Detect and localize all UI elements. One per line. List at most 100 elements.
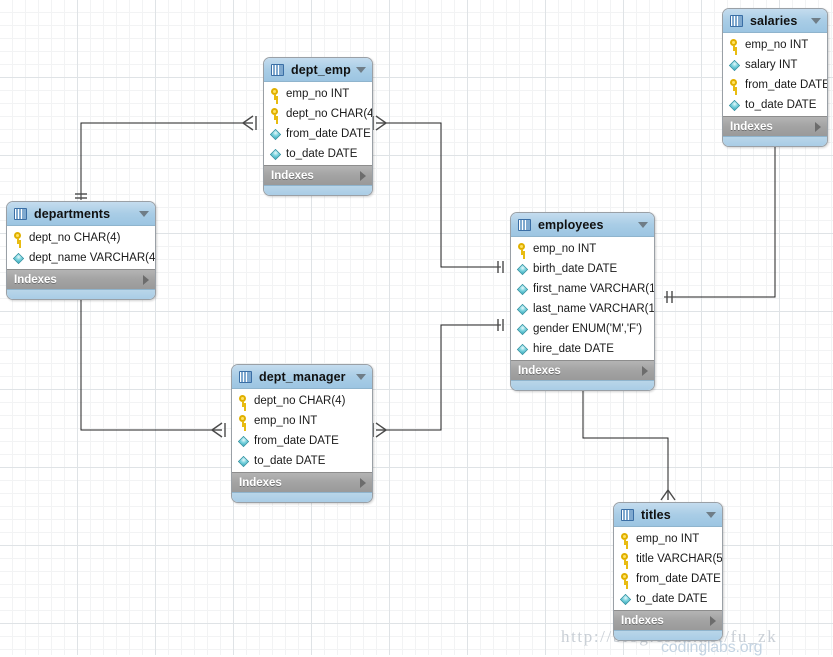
cardinality-many-dept_manager-right bbox=[373, 423, 386, 437]
chevron-right-icon[interactable] bbox=[360, 171, 366, 181]
table-header-titles[interactable]: titles bbox=[614, 503, 722, 527]
indexes-label: Indexes bbox=[518, 365, 561, 377]
column-label: dept_no CHAR(4) bbox=[29, 232, 120, 244]
chevron-down-icon[interactable] bbox=[811, 18, 821, 24]
column-icon bbox=[238, 455, 249, 466]
column-row[interactable]: hire_date DATE bbox=[511, 339, 654, 359]
chevron-right-icon[interactable] bbox=[360, 478, 366, 488]
chevron-right-icon[interactable] bbox=[143, 275, 149, 285]
column-label: title VARCHAR(50) bbox=[636, 553, 723, 565]
table-departments[interactable]: departments dept_no CHAR(4) dept_name VA… bbox=[6, 201, 156, 300]
column-icon bbox=[517, 263, 528, 274]
chevron-down-icon[interactable] bbox=[706, 512, 716, 518]
chevron-down-icon[interactable] bbox=[356, 67, 366, 73]
column-icon bbox=[620, 593, 631, 604]
column-label: to_date DATE bbox=[286, 148, 357, 160]
relationship-departments-dept_emp bbox=[81, 123, 251, 200]
key-icon bbox=[620, 533, 631, 545]
table-header-dept_emp[interactable]: dept_emp bbox=[264, 58, 372, 82]
column-row[interactable]: from_date DATE bbox=[264, 124, 372, 144]
column-icon bbox=[270, 128, 281, 139]
indexes-bar[interactable]: Indexes bbox=[264, 165, 372, 185]
column-row[interactable]: gender ENUM('M','F') bbox=[511, 319, 654, 339]
column-label: emp_no INT bbox=[636, 533, 699, 545]
column-label: to_date DATE bbox=[745, 99, 816, 111]
column-row[interactable]: to_date DATE bbox=[264, 144, 372, 164]
table-dept_emp[interactable]: dept_emp emp_no INT dept_no CHAR(4) from… bbox=[263, 57, 373, 196]
indexes-label: Indexes bbox=[14, 274, 57, 286]
column-row[interactable]: salary INT bbox=[723, 55, 827, 75]
indexes-bar[interactable]: Indexes bbox=[723, 116, 827, 136]
column-label: emp_no INT bbox=[745, 39, 808, 51]
indexes-bar[interactable]: Indexes bbox=[7, 269, 155, 289]
table-title: salaries bbox=[750, 14, 797, 28]
indexes-bar[interactable]: Indexes bbox=[614, 610, 722, 630]
chevron-down-icon[interactable] bbox=[638, 222, 648, 228]
table-salaries[interactable]: salaries emp_no INT salary INT from_date… bbox=[722, 8, 828, 147]
cardinality-many-dept_emp-right bbox=[373, 116, 386, 130]
column-label: from_date DATE bbox=[286, 128, 371, 140]
table-dept_manager[interactable]: dept_manager dept_no CHAR(4) emp_no INT … bbox=[231, 364, 373, 503]
chevron-right-icon[interactable] bbox=[642, 366, 648, 376]
column-row[interactable]: title VARCHAR(50) bbox=[614, 549, 722, 569]
indexes-bar[interactable]: Indexes bbox=[232, 472, 372, 492]
chevron-down-icon[interactable] bbox=[139, 211, 149, 217]
table-titles[interactable]: titles emp_no INT title VARCHAR(50) from… bbox=[613, 502, 723, 641]
column-row[interactable]: from_date DATE bbox=[232, 431, 372, 451]
key-icon bbox=[620, 553, 631, 565]
column-label: to_date DATE bbox=[636, 593, 707, 605]
table-header-employees[interactable]: employees bbox=[511, 213, 654, 237]
table-footer bbox=[264, 185, 372, 195]
column-icon bbox=[13, 252, 24, 263]
column-label: birth_date DATE bbox=[533, 263, 617, 275]
column-row[interactable]: first_name VARCHAR(14) bbox=[511, 279, 654, 299]
column-label: hire_date DATE bbox=[533, 343, 614, 355]
er-diagram-canvas[interactable]: salaries emp_no INT salary INT from_date… bbox=[0, 0, 833, 655]
column-row[interactable]: emp_no INT bbox=[232, 411, 372, 431]
column-list-departments: dept_no CHAR(4) dept_name VARCHAR(40) bbox=[7, 226, 155, 269]
column-row[interactable]: last_name VARCHAR(16) bbox=[511, 299, 654, 319]
column-row[interactable]: emp_no INT bbox=[264, 84, 372, 104]
column-row[interactable]: dept_no CHAR(4) bbox=[7, 228, 155, 248]
indexes-label: Indexes bbox=[730, 121, 773, 133]
chevron-down-icon[interactable] bbox=[356, 374, 366, 380]
column-icon bbox=[238, 435, 249, 446]
column-row[interactable]: emp_no INT bbox=[614, 529, 722, 549]
table-header-departments[interactable]: departments bbox=[7, 202, 155, 226]
relationship-dept_emp-employees bbox=[385, 123, 501, 267]
indexes-bar[interactable]: Indexes bbox=[511, 360, 654, 380]
column-row[interactable]: dept_name VARCHAR(40) bbox=[7, 248, 155, 268]
table-employees[interactable]: employees emp_no INT birth_date DATE fir… bbox=[510, 212, 655, 391]
column-row[interactable]: emp_no INT bbox=[511, 239, 654, 259]
column-row[interactable]: from_date DATE bbox=[614, 569, 722, 589]
column-row[interactable]: emp_no INT bbox=[723, 35, 827, 55]
column-label: from_date DATE bbox=[254, 435, 339, 447]
column-label: gender ENUM('M','F') bbox=[533, 323, 642, 335]
table-header-salaries[interactable]: salaries bbox=[723, 9, 827, 33]
key-icon bbox=[270, 108, 281, 120]
relationship-dept_manager-employees bbox=[385, 325, 501, 430]
column-icon bbox=[729, 59, 740, 70]
cardinality-many-dept_manager-left bbox=[212, 423, 225, 437]
column-row[interactable]: from_date DATE bbox=[723, 75, 827, 95]
chevron-right-icon[interactable] bbox=[710, 616, 716, 626]
column-row[interactable]: dept_no CHAR(4) bbox=[232, 391, 372, 411]
relationship-departments-dept_manager bbox=[81, 291, 220, 430]
table-header-dept_manager[interactable]: dept_manager bbox=[232, 365, 372, 389]
chevron-right-icon[interactable] bbox=[815, 122, 821, 132]
column-row[interactable]: to_date DATE bbox=[614, 589, 722, 609]
cardinality-many-dept_emp-left bbox=[243, 116, 256, 130]
table-icon bbox=[271, 64, 284, 76]
column-row[interactable]: birth_date DATE bbox=[511, 259, 654, 279]
column-icon bbox=[517, 303, 528, 314]
column-label: from_date DATE bbox=[745, 79, 828, 91]
cardinality-one-departments-top bbox=[75, 194, 87, 198]
key-icon bbox=[729, 79, 740, 91]
column-row[interactable]: dept_no CHAR(4) bbox=[264, 104, 372, 124]
table-title: departments bbox=[34, 207, 110, 221]
column-row[interactable]: to_date DATE bbox=[723, 95, 827, 115]
column-icon bbox=[729, 99, 740, 110]
column-label: from_date DATE bbox=[636, 573, 721, 585]
column-row[interactable]: to_date DATE bbox=[232, 451, 372, 471]
column-label: to_date DATE bbox=[254, 455, 325, 467]
